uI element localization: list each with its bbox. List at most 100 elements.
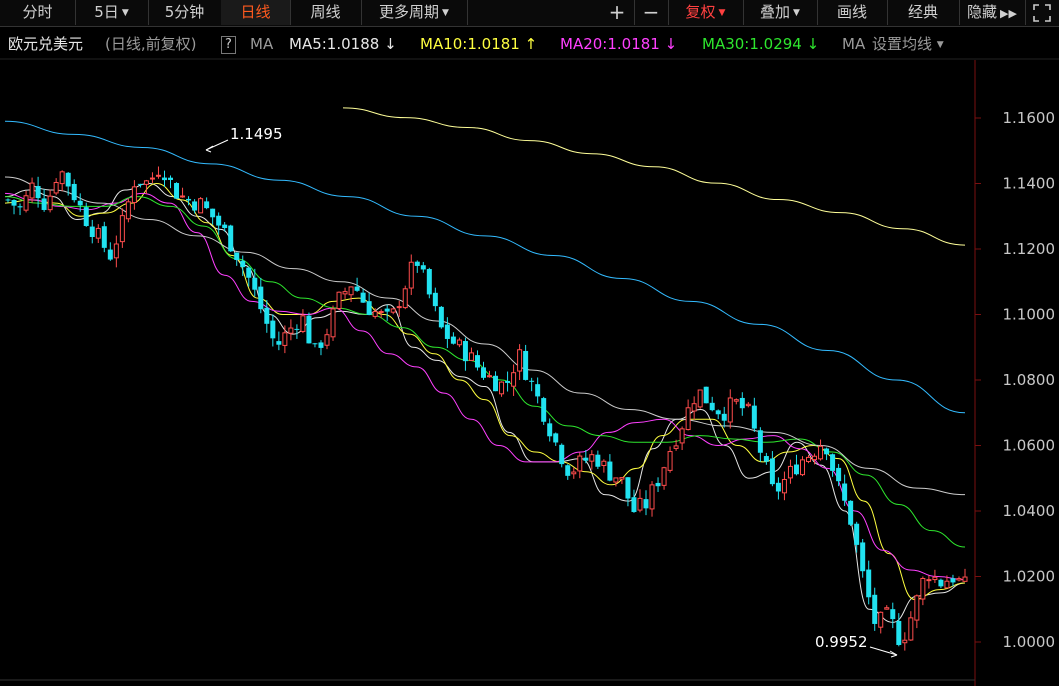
candle-body-up — [198, 198, 204, 214]
y-tick-label: 1.0800 — [1003, 371, 1056, 389]
candle-body-down — [414, 261, 420, 266]
candle-body-up — [336, 291, 342, 309]
candle-body-down — [830, 454, 836, 471]
candle-body-up — [155, 174, 161, 177]
candle-body-up — [119, 215, 125, 243]
candle-body-up — [944, 580, 950, 589]
low-annotation-label: 0.9952 — [815, 633, 868, 651]
candle-body-up — [685, 407, 691, 431]
candle-body-up — [914, 595, 920, 621]
candle-body-down — [432, 292, 438, 307]
candle-body-down — [462, 341, 468, 362]
candle-body-up — [95, 227, 101, 239]
candle-body-down — [553, 433, 559, 443]
candle-body-down — [5, 199, 11, 201]
candle-body-down — [505, 380, 511, 383]
candle-body-up — [180, 195, 186, 198]
candle-body-up — [806, 456, 812, 463]
candle-body-up — [330, 308, 336, 338]
candle-body-down — [246, 267, 252, 278]
candle-body-down — [252, 277, 258, 290]
candle-body-down — [426, 269, 432, 295]
candle-body-down — [71, 183, 77, 201]
candle-body-up — [402, 288, 408, 309]
candle-body-down — [938, 579, 944, 587]
candle-body-up — [956, 578, 962, 581]
candle-body-up — [878, 611, 884, 628]
candle-body-down — [420, 265, 426, 270]
candle-body-down — [793, 464, 799, 475]
candle-body-up — [932, 576, 938, 581]
candle-body-down — [757, 430, 763, 453]
candle-body-up — [781, 479, 787, 494]
candle-body-down — [174, 183, 180, 199]
candle-body-down — [240, 260, 246, 268]
y-tick-label: 1.0200 — [1003, 568, 1056, 586]
candle-body-up — [697, 389, 703, 408]
candle-body-up — [962, 576, 968, 582]
candle-body-up — [324, 334, 330, 346]
candle-body-up — [812, 455, 818, 461]
candle-body-down — [35, 186, 41, 199]
candle-body-down — [860, 542, 866, 572]
candle-body-down — [872, 594, 878, 624]
candle-body-down — [107, 249, 113, 260]
candle-body-down — [312, 343, 318, 345]
y-tick-label: 1.0000 — [1003, 633, 1056, 651]
candle-body-down — [276, 341, 282, 345]
candle-body-down — [896, 620, 902, 645]
low-annotation-arrow — [869, 646, 898, 656]
candle-body-down — [559, 444, 565, 465]
candle-body-up — [679, 428, 685, 444]
candle-body-down — [168, 177, 174, 180]
candle-body-up — [149, 177, 155, 180]
candle-body-down — [529, 380, 535, 382]
ma-line-ma10 — [4, 182, 966, 600]
candle-body-down — [890, 609, 896, 620]
candle-body-up — [342, 291, 348, 295]
candle-body-up — [390, 308, 396, 313]
candle-body-down — [360, 292, 366, 303]
candle-body-down — [474, 355, 480, 368]
candle-body-down — [306, 315, 312, 344]
y-tick-label: 1.1600 — [1003, 109, 1056, 127]
candle-body-down — [631, 497, 637, 513]
candle-body-down — [763, 456, 769, 462]
candle-body-down — [547, 423, 553, 437]
high-annotation-label: 1.1495 — [230, 125, 283, 143]
candle-body-down — [234, 252, 240, 260]
candle-body-up — [372, 311, 378, 317]
y-tick-label: 1.0400 — [1003, 502, 1056, 520]
candle-body-up — [571, 471, 577, 475]
candle-body-down — [715, 410, 721, 415]
candle-body-up — [884, 607, 890, 610]
candle-body-up — [619, 477, 625, 480]
candle-body-down — [438, 306, 444, 328]
candle-body-down — [709, 402, 715, 411]
candle-body-down — [480, 367, 486, 378]
candle-body-up — [926, 579, 932, 582]
candle-body-down — [77, 200, 83, 206]
candle-body-up — [649, 484, 655, 510]
candle-body-up — [601, 460, 607, 466]
candle-body-up — [288, 327, 294, 334]
candle-body-down — [101, 226, 107, 248]
candle-body-up — [131, 186, 137, 204]
candle-body-down — [41, 198, 47, 210]
candle-body-down — [655, 482, 661, 487]
candle-body-down — [210, 208, 216, 218]
candle-body-up — [673, 445, 679, 449]
ma-line-ma5 — [4, 182, 966, 623]
candle-body-down — [625, 477, 631, 499]
candlestick-chart[interactable]: 1.1600 1.1400 1.1200 1.1000 1.0800 1.0600 1.04… — [0, 0, 1059, 686]
candle-body-down — [222, 224, 228, 229]
candle-body-down — [854, 523, 860, 545]
candle-body-up — [667, 451, 673, 471]
candle-body-down — [842, 483, 848, 501]
candle-body-up — [282, 332, 288, 346]
candle-body-up — [396, 306, 402, 309]
candle-body-down — [216, 215, 222, 226]
candle-body-up — [691, 403, 697, 412]
candle-body-up — [125, 201, 131, 220]
candle-body-up — [637, 497, 643, 511]
